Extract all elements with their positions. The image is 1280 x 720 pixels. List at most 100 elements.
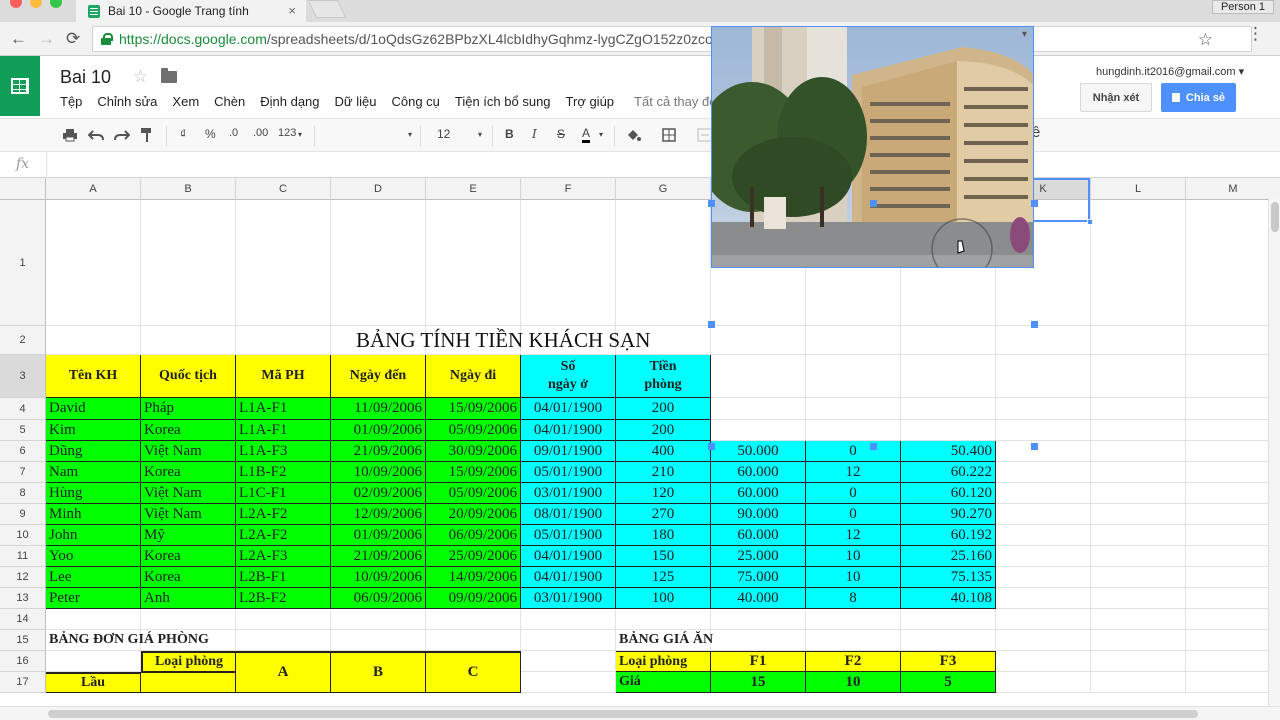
borders-icon[interactable] (662, 128, 676, 142)
table-cell-j[interactable]: 75.135 (901, 567, 996, 588)
meal-price-value[interactable]: 10 (806, 672, 901, 693)
table-cell-room[interactable]: L1C-F1 (236, 483, 331, 504)
grid-cell[interactable] (521, 651, 616, 672)
meal-price-value[interactable]: 15 (711, 672, 806, 693)
table-cell-leave[interactable]: 15/09/2006 (426, 398, 521, 420)
menu-view[interactable]: Xem (172, 94, 199, 109)
grid-cell[interactable] (806, 326, 901, 355)
table-cell-arrive[interactable]: 21/09/2006 (331, 441, 426, 462)
grid-cell[interactable] (996, 567, 1091, 588)
grid-cell[interactable] (331, 630, 426, 651)
grid-cell[interactable] (331, 200, 426, 326)
grid-cell[interactable] (996, 420, 1091, 441)
grid-cell[interactable] (901, 355, 996, 398)
grid-cell[interactable] (1091, 200, 1186, 326)
grid-cell[interactable] (46, 326, 141, 355)
row-header-11[interactable]: 11 (0, 546, 46, 567)
comments-button[interactable]: Nhận xét (1080, 83, 1152, 112)
percent-format-icon[interactable]: % (205, 127, 216, 141)
table-cell-room-price[interactable]: 200 (616, 398, 711, 420)
table-cell-name[interactable]: Kim (46, 420, 141, 441)
fill-color-icon[interactable] (625, 128, 641, 142)
reload-icon[interactable]: ⟳ (66, 29, 80, 49)
grid-cell[interactable] (521, 200, 616, 326)
grid-cell[interactable] (996, 504, 1091, 525)
forward-arrow-icon[interactable]: → (38, 29, 55, 49)
grid-cell[interactable] (1186, 651, 1280, 672)
grid-cell[interactable] (711, 398, 806, 420)
row-header-9[interactable]: 9 (0, 504, 46, 525)
table-cell-h[interactable]: 60.000 (711, 462, 806, 483)
table-cell-j[interactable]: 50.400 (901, 441, 996, 462)
table-cell-i[interactable]: 0 (806, 441, 901, 462)
grid-cell[interactable] (806, 355, 901, 398)
table-header-cell[interactable]: Mã PH (236, 355, 331, 398)
more-formats-dropdown[interactable]: 123 (278, 127, 296, 139)
document-title[interactable]: Bai 10 (60, 67, 111, 88)
grid-cell[interactable] (1186, 326, 1280, 355)
column-header-d[interactable]: D (331, 178, 426, 200)
grid-cell[interactable] (711, 326, 806, 355)
minimize-window-icon[interactable] (30, 0, 42, 8)
grid-cell[interactable] (901, 609, 996, 630)
grid-cell[interactable] (46, 200, 141, 326)
select-all-corner[interactable] (0, 178, 46, 200)
move-to-folder-icon[interactable] (161, 68, 177, 83)
profile-button[interactable]: Person 1 (1211, 0, 1274, 14)
grid-cell[interactable] (996, 525, 1091, 546)
row-header-8[interactable]: 8 (0, 483, 46, 504)
italic-button[interactable]: I (532, 127, 537, 141)
table-cell-room[interactable]: L1A-F1 (236, 420, 331, 441)
grid-cell[interactable] (1091, 630, 1186, 651)
table-cell-h[interactable]: 90.000 (711, 504, 806, 525)
image-resize-handle[interactable] (870, 200, 877, 207)
table-cell-name[interactable]: Dũng (46, 441, 141, 462)
grid-cell[interactable] (996, 326, 1091, 355)
bold-button[interactable]: B (505, 127, 514, 141)
table-cell-room-price[interactable]: 400 (616, 441, 711, 462)
grid-cell[interactable] (806, 398, 901, 420)
row-header-5[interactable]: 5 (0, 420, 46, 441)
vertical-scroll-thumb[interactable] (1271, 202, 1279, 232)
column-header-a[interactable]: A (46, 178, 141, 200)
grid-cell[interactable] (901, 630, 996, 651)
meal-price-label[interactable]: Giá (616, 672, 711, 693)
table-cell-days[interactable]: 08/01/1900 (521, 504, 616, 525)
column-header-e[interactable]: E (426, 178, 521, 200)
grid-cell[interactable] (331, 609, 426, 630)
table-cell-name[interactable]: Yoo (46, 546, 141, 567)
star-document-icon[interactable]: ☆ (133, 67, 148, 87)
table-cell-i[interactable]: 12 (806, 525, 901, 546)
table-cell-country[interactable]: Korea (141, 567, 236, 588)
row-header-7[interactable]: 7 (0, 462, 46, 483)
grid-cell[interactable] (1091, 525, 1186, 546)
row-header-16[interactable]: 16 (0, 651, 46, 672)
table-cell-h[interactable]: 75.000 (711, 567, 806, 588)
grid-cell[interactable] (996, 588, 1091, 609)
grid-cell[interactable] (996, 355, 1091, 398)
maximize-window-icon[interactable] (50, 0, 62, 8)
table-cell-arrive[interactable]: 12/09/2006 (331, 504, 426, 525)
table-cell-i[interactable]: 10 (806, 546, 901, 567)
table-cell-room-price[interactable]: 125 (616, 567, 711, 588)
column-header-b[interactable]: B (141, 178, 236, 200)
grid-cell[interactable] (996, 462, 1091, 483)
table-cell-name[interactable]: Nam (46, 462, 141, 483)
table-header-cell[interactable]: Tiền phòng (616, 355, 711, 398)
grid-cell[interactable] (521, 630, 616, 651)
share-button[interactable]: Chia sẻ (1161, 83, 1236, 112)
table-cell-arrive[interactable]: 11/09/2006 (331, 398, 426, 420)
table-cell-room[interactable]: L1A-F1 (236, 398, 331, 420)
table-cell-name[interactable]: John (46, 525, 141, 546)
inserted-image[interactable]: ▾ (711, 26, 1034, 268)
table-cell-name[interactable]: David (46, 398, 141, 420)
table-cell-days[interactable]: 05/01/1900 (521, 462, 616, 483)
table-header-cell[interactable]: Tên KH (46, 355, 141, 398)
close-window-icon[interactable] (10, 0, 22, 8)
currency-format-icon[interactable]: ₫ (180, 127, 186, 141)
table-cell-room[interactable]: L1A-F3 (236, 441, 331, 462)
font-family-dropdown[interactable]: ▾ (326, 127, 412, 145)
grid-cell[interactable] (996, 441, 1091, 462)
table-cell-country[interactable]: Việt Nam (141, 504, 236, 525)
grid-cell[interactable] (806, 420, 901, 441)
